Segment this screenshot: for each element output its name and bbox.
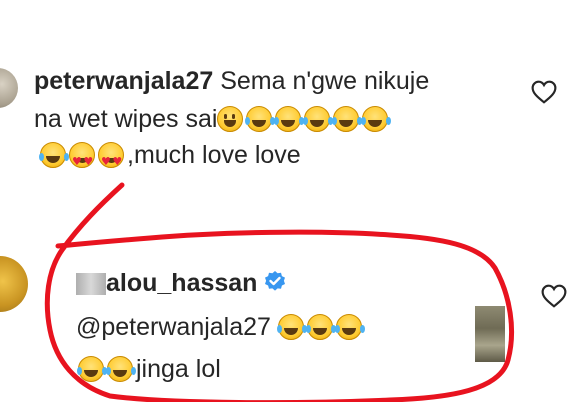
heart-eyes-icon [69,142,95,179]
comment-line-2: @peterwanjala27 [76,310,365,344]
redacted-username-prefix [76,273,106,295]
comment-line-1: alou_hassan [76,266,287,300]
tears-of-joy-icon [245,106,273,132]
tears-of-joy-icon [39,142,66,168]
tears-of-joy-icon [303,106,331,132]
comment-text: na wet wipes sai [34,105,218,133]
heart-eyes-icon [98,142,124,179]
mention-link[interactable]: @peterwanjala27 [76,313,278,341]
tears-of-joy-icon [274,106,302,132]
avatar[interactable] [0,68,18,108]
heart-outline-icon[interactable] [541,284,567,308]
tears-of-joy-icon [334,314,362,340]
comment-text: Sema n'gwe nikuje [213,67,430,95]
heart-outline-icon[interactable] [531,80,557,104]
tears-of-joy-icon [332,106,360,132]
tears-of-joy-icon [276,314,304,340]
comment-username[interactable]: peterwanjala27 [34,67,213,95]
comment-line-2: na wet wipes sai [34,102,391,136]
grinning-face-icon [217,106,244,132]
comment-line-3: jinga lol [77,352,221,386]
comment-line-1: peterwanjala27 Sema n'gwe nikuje [34,64,429,98]
comment-line-3: ,much love love [39,138,301,179]
tears-of-joy-icon [77,356,104,382]
comment-text: ,much love love [127,141,301,169]
tears-of-joy-icon [106,356,133,382]
tears-of-joy-icon [361,106,389,132]
pixelated-overlay [475,306,505,362]
verified-badge-icon [265,271,286,291]
comment-text: jinga lol [136,355,221,383]
comment-username[interactable]: alou_hassan [106,269,257,297]
avatar[interactable] [0,256,28,312]
tears-of-joy-icon [305,314,333,340]
